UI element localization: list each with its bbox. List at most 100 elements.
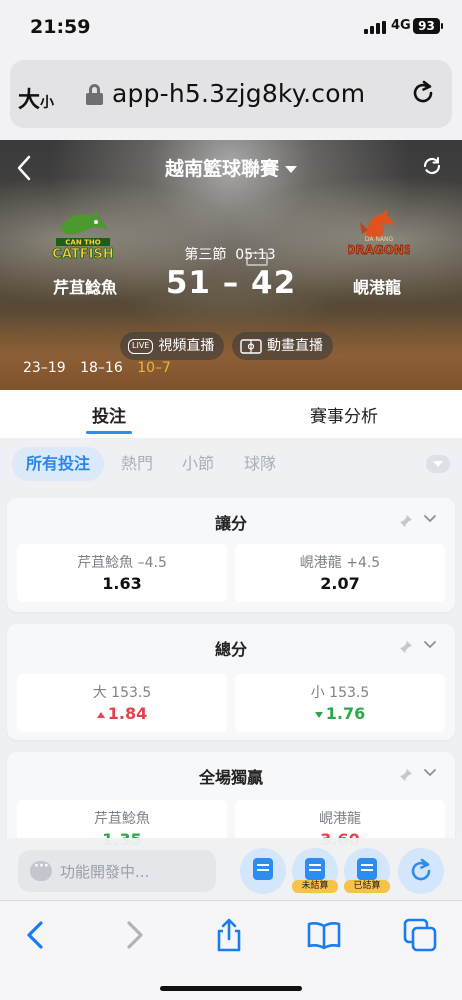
odds-option-over[interactable]: 大 153.5 1.84 (17, 674, 227, 732)
status-bar: 21:59 4G 93 (0, 0, 462, 50)
filter-team[interactable]: 球隊 (244, 447, 276, 481)
unsettled-label: 未結算 (292, 880, 338, 893)
main-tabs: 投注 賽事分析 (0, 390, 462, 438)
option-label: 峴港龍 (319, 811, 361, 827)
game-clock: 05:13 (235, 247, 276, 263)
filter-quarter[interactable]: 小節 (182, 447, 214, 481)
filter-all-bets[interactable]: 所有投注 (12, 447, 105, 481)
chevron-down-icon[interactable] (423, 766, 437, 780)
score-separator: – (222, 265, 240, 301)
arrow-up-icon (96, 711, 105, 718)
odds-option-away[interactable]: 峴港龍 +4.5 2.07 (235, 544, 445, 602)
home-indicator (160, 986, 302, 991)
option-label: 大 153.5 (92, 685, 152, 701)
option-odds: 1.63 (102, 574, 142, 593)
market-card-total: 總分 大 153.5 1.84 小 153.5 1.76 (7, 624, 455, 740)
home-logo-line2: CATFISH (52, 247, 113, 262)
video-live-button[interactable]: LIVE 視頻直播 (120, 332, 225, 360)
chat-input-placeholder: 功能開發中... (60, 863, 150, 881)
home-logo-line1: CAN THO (65, 239, 100, 247)
away-team-name: 峴港龍 (352, 278, 401, 297)
option-odds: 1.84 (107, 704, 148, 723)
scoreboard: 51 – 42 (150, 265, 312, 301)
settled-bets-button[interactable]: 已結算 (344, 848, 390, 894)
network-label: 4G (391, 18, 411, 33)
option-odds: 2.07 (320, 574, 360, 593)
unsettled-bets-button[interactable]: 未結算 (292, 848, 338, 894)
calendar-icon (305, 858, 325, 880)
pin-icon[interactable] (399, 768, 413, 782)
refresh-icon (411, 858, 431, 881)
filter-expand-icon[interactable] (426, 455, 450, 473)
quarter-score-2: 18–16 (80, 360, 123, 376)
browser-address-area: 大小 app-h5.3zjg8ky.com (0, 50, 462, 140)
video-live-label: 視頻直播 (158, 338, 215, 354)
away-team-logo: DA NANG DRAGONS (348, 208, 410, 257)
pin-icon[interactable] (399, 640, 413, 654)
odds-option-home[interactable]: 芹苴鯰魚 –4.5 1.63 (17, 544, 227, 602)
battery-icon: 93 (413, 18, 443, 34)
option-label: 芹苴鯰魚 (94, 811, 150, 827)
home-team-name: 芹苴鯰魚 (52, 278, 117, 297)
reload-icon[interactable] (410, 80, 436, 106)
animation-live-button[interactable]: 動畫直播 (232, 332, 333, 360)
chat-input[interactable]: 功能開發中... (18, 850, 216, 892)
chat-bubble-icon (30, 859, 52, 881)
tab-analysis[interactable]: 賽事分析 (310, 402, 378, 427)
status-time: 21:59 (30, 16, 91, 38)
filter-hot[interactable]: 熱門 (121, 447, 153, 481)
bet-action-bar: 功能開發中... 未結算 已結算 (0, 838, 462, 900)
animation-live-label: 動畫直播 (267, 338, 323, 354)
league-selector[interactable]: 越南籃球聯賽 (0, 154, 462, 181)
odds-option-under[interactable]: 小 153.5 1.76 (235, 674, 445, 732)
home-score: 51 (165, 265, 211, 301)
live-video-icon: LIVE (128, 338, 154, 354)
text-size-button[interactable]: 大小 (18, 82, 54, 114)
option-odds: 1.76 (325, 704, 366, 723)
league-name: 越南籃球聯賽 (164, 158, 279, 180)
period-label: 第三節 (184, 247, 227, 263)
bookmarks-icon[interactable] (306, 917, 342, 953)
lock-icon (86, 84, 103, 105)
home-team-logo: CAN THO CATFISH (52, 210, 114, 262)
calendar-icon (357, 858, 377, 880)
market-title: 全場獨贏 (198, 768, 263, 787)
market-card-handicap: 讓分 芹苴鯰魚 –4.5 1.63 峴港龍 +4.5 2.07 (7, 498, 455, 612)
match-period: 第三節 05:13 (170, 244, 290, 264)
tabs-icon[interactable] (402, 917, 438, 953)
arrow-down-icon (314, 711, 323, 718)
caret-down-icon (285, 166, 297, 173)
settled-label: 已結算 (344, 880, 390, 893)
share-icon[interactable] (211, 917, 247, 953)
browser-toolbar (0, 900, 462, 1000)
court-background (0, 310, 462, 390)
document-icon (253, 858, 273, 880)
signal-icon (364, 21, 386, 34)
url-text[interactable]: app-h5.3zjg8ky.com (112, 79, 365, 108)
quarter-score-1: 23–19 (23, 360, 66, 376)
option-odds-rising: 1.84 (17, 704, 227, 723)
quarter-score-3: 10–7 (137, 360, 171, 376)
pin-icon[interactable] (399, 514, 413, 528)
option-label: 芹苴鯰魚 –4.5 (77, 555, 167, 571)
market-card-moneyline: 全場獨贏 芹苴鯰魚 1.35 峴港龍 3.60 (7, 752, 455, 858)
refresh-button[interactable] (398, 848, 444, 894)
option-label: 小 153.5 (310, 685, 370, 701)
forward-arrow-icon[interactable] (116, 917, 152, 953)
option-label: 峴港龍 +4.5 (299, 555, 381, 571)
market-title: 讓分 (214, 514, 247, 533)
text-size-small-label: 小 (40, 95, 55, 111)
text-size-label: 大 (18, 88, 41, 113)
bet-slip-button[interactable] (240, 848, 286, 894)
chevron-down-icon[interactable] (423, 512, 437, 526)
back-arrow-icon[interactable] (18, 917, 54, 953)
market-title: 總分 (214, 640, 247, 659)
tab-bet[interactable]: 投注 (86, 402, 132, 434)
chevron-down-icon[interactable] (423, 638, 437, 652)
address-bar[interactable]: 大小 app-h5.3zjg8ky.com (10, 60, 452, 128)
refresh-icon[interactable] (420, 154, 444, 178)
match-header: 越南籃球聯賽 CAN THO CATFISH DA NANG DRAGONS 芹… (0, 140, 462, 390)
quarter-scores: 23–19 18–16 10–7 (23, 360, 181, 376)
away-logo-line2: DRAGONS (348, 243, 410, 257)
bet-filters: 所有投注 熱門 小節 球隊 (0, 438, 462, 490)
